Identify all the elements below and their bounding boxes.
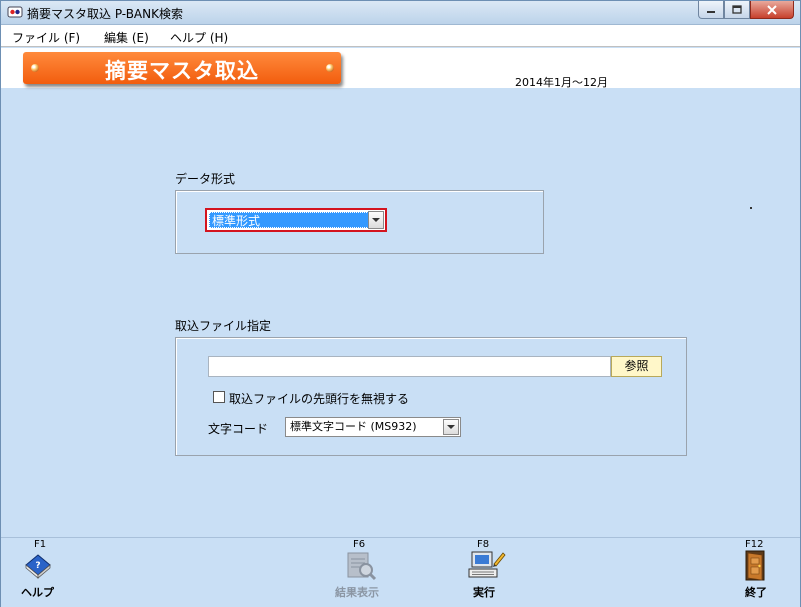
svg-text:?: ?: [35, 561, 40, 571]
close-button[interactable]: [750, 1, 794, 19]
fiscal-period: 2014年1月～12月: [515, 76, 608, 89]
data-format-selected-value: 標準形式: [209, 212, 383, 228]
fkey-f6-label[interactable]: 結果表示: [335, 584, 379, 600]
chevron-down-icon: [372, 218, 380, 222]
maximize-button[interactable]: [724, 1, 750, 19]
minimize-button[interactable]: [698, 1, 724, 19]
app-icon: [7, 5, 23, 19]
exit-door-icon[interactable]: [743, 550, 767, 585]
result-view-icon[interactable]: [345, 551, 377, 584]
encoding-dropdown-button[interactable]: [443, 419, 459, 435]
stray-dot: [750, 207, 752, 209]
ignore-first-row-checkbox[interactable]: [213, 391, 225, 403]
menu-file[interactable]: ファイル (F): [12, 29, 80, 46]
function-key-bar: [1, 537, 800, 607]
minimize-icon: [707, 10, 715, 13]
encoding-selected-value: 標準文字コード (MS932): [290, 420, 417, 433]
import-file-label: 取込ファイル指定: [175, 319, 272, 333]
fkey-f12-label[interactable]: 終了: [745, 584, 767, 600]
app-window: 摘要マスタ取込 P-BANK検索 ファイル (F) 編集 (E) ヘルプ (H)…: [0, 0, 801, 607]
fkey-f6-code: F6: [353, 539, 366, 550]
close-icon: [767, 4, 777, 15]
title-bar[interactable]: 摘要マスタ取込 P-BANK検索: [1, 1, 800, 25]
browse-button[interactable]: 参照: [611, 356, 662, 377]
menu-edit[interactable]: 編集 (E): [104, 29, 149, 46]
ignore-first-row-label[interactable]: 取込ファイルの先頭行を無視する: [229, 390, 409, 407]
encoding-select[interactable]: 標準文字コード (MS932): [285, 417, 461, 437]
fkey-f8-code: F8: [477, 539, 490, 550]
encoding-label: 文字コード: [208, 422, 269, 436]
chevron-down-icon: [447, 425, 455, 429]
data-format-label: データ形式: [175, 172, 236, 186]
data-format-dropdown-button[interactable]: [368, 211, 384, 229]
menu-bar: ファイル (F) 編集 (E) ヘルプ (H): [1, 25, 800, 47]
window-controls: [698, 1, 794, 19]
window-title: 摘要マスタ取込 P-BANK検索: [27, 7, 183, 21]
execute-computer-icon[interactable]: [466, 550, 506, 585]
fkey-f8-label[interactable]: 実行: [473, 584, 495, 600]
banner-dot-right: [326, 64, 334, 72]
data-format-select[interactable]: 標準形式: [205, 208, 387, 232]
help-book-icon[interactable]: ?: [23, 552, 53, 583]
maximize-icon: [732, 5, 742, 14]
file-path-input[interactable]: [208, 356, 611, 377]
menu-help[interactable]: ヘルプ (H): [170, 29, 228, 46]
fkey-f1-code: F1: [34, 539, 47, 550]
page-title: 摘要マスタ取込: [105, 59, 259, 83]
fkey-f1-label[interactable]: ヘルプ: [21, 584, 54, 600]
page-banner: 摘要マスタ取込: [23, 52, 341, 84]
fkey-f12-code: F12: [745, 539, 764, 550]
